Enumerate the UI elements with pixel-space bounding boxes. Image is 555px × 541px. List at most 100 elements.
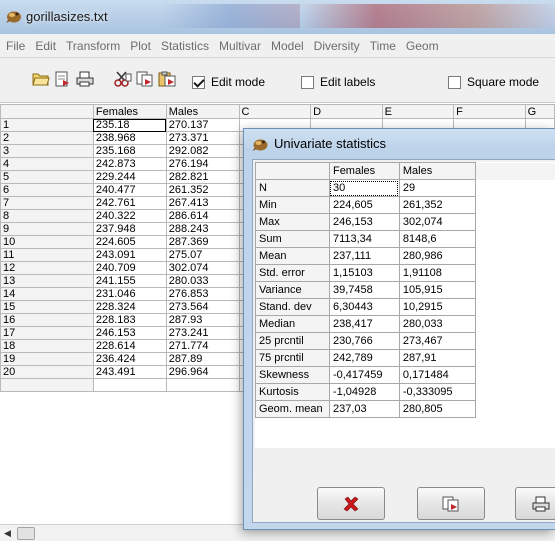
column-header-c[interactable]: C	[238, 104, 312, 119]
females-cell[interactable]: 240.709	[92, 261, 167, 275]
menu-time[interactable]: Time	[370, 39, 396, 53]
males-value[interactable]: 280,805	[398, 400, 476, 418]
row-header-cell[interactable]: 16	[0, 313, 94, 327]
menu-geom[interactable]: Geom	[406, 39, 439, 53]
males-cell[interactable]: 267.413	[165, 196, 240, 210]
males-value[interactable]: 10,2915	[398, 298, 476, 316]
males-value[interactable]: 302,074	[398, 213, 476, 231]
row-header-cell[interactable]: 4	[0, 157, 94, 171]
column-header-g[interactable]: G	[524, 104, 555, 119]
column-header-f[interactable]: F	[453, 104, 526, 119]
males-value[interactable]: -0,333095	[398, 383, 476, 401]
males-cell[interactable]: 271.774	[165, 339, 240, 353]
print-button[interactable]	[74, 69, 96, 89]
edit-mode-check-box[interactable]	[192, 75, 205, 89]
menu-edit[interactable]: Edit	[35, 39, 56, 53]
cut-button[interactable]	[112, 69, 134, 89]
column-header-d[interactable]: D	[310, 104, 383, 119]
statistics-grid[interactable]: Females Males N 30 29 Min 224,605 261,352 Max 2…	[255, 162, 555, 448]
males-value[interactable]: 280,033	[398, 315, 476, 333]
males-cell[interactable]: 287.93	[165, 313, 240, 327]
row-header-cell[interactable]: 8	[0, 209, 94, 223]
females-value[interactable]: 6,30443	[328, 298, 400, 316]
males-value[interactable]: 0,171484	[398, 366, 476, 384]
males-cell[interactable]: 292.082	[165, 144, 240, 158]
statistics-header-females[interactable]: Females	[328, 162, 400, 180]
males-cell[interactable]: 302.074	[165, 261, 240, 275]
females-cell[interactable]: 228.614	[92, 339, 167, 353]
males-cell[interactable]: 287.89	[165, 352, 240, 366]
females-cell[interactable]: 235.168	[92, 144, 167, 158]
row-header-cell[interactable]: 15	[0, 300, 94, 314]
males-cell[interactable]: 270.137	[165, 118, 240, 132]
females-cell[interactable]: 228.324	[92, 300, 167, 314]
menu-multivar[interactable]: Multivar	[219, 39, 261, 53]
males-cell[interactable]: 286.614	[165, 209, 240, 223]
menu-diversity[interactable]: Diversity	[314, 39, 360, 53]
males-cell[interactable]: 280.033	[165, 274, 240, 288]
females-value[interactable]: 1,15103	[328, 264, 400, 282]
females-cell[interactable]: 231.046	[92, 287, 167, 301]
row-header-cell[interactable]: 14	[0, 287, 94, 301]
column-header-males[interactable]: Males	[165, 104, 240, 119]
row-header-cell[interactable]: 18	[0, 339, 94, 353]
females-cell[interactable]: 242.873	[92, 157, 167, 171]
title-bar[interactable]: gorillasizes.txt	[0, 0, 555, 34]
row-header-cell[interactable]: 6	[0, 183, 94, 197]
males-value[interactable]: 287,91	[398, 349, 476, 367]
row-header-cell[interactable]: 1	[0, 118, 94, 132]
print-results-button[interactable]	[515, 487, 555, 520]
males-cell[interactable]: 287.369	[165, 235, 240, 249]
menu-plot[interactable]: Plot	[130, 39, 151, 53]
females-cell[interactable]: 236.424	[92, 352, 167, 366]
row-header-cell[interactable]: 2	[0, 131, 94, 145]
females-value[interactable]: 230,766	[328, 332, 400, 350]
females-cell[interactable]: 243.491	[92, 365, 167, 379]
females-cell[interactable]: 237.948	[92, 222, 167, 236]
females-value[interactable]: 7113,34	[328, 230, 400, 248]
males-cell[interactable]: 273.241	[165, 326, 240, 340]
row-header-cell[interactable]: 20	[0, 365, 94, 379]
row-header-cell[interactable]	[0, 378, 94, 392]
females-value[interactable]: 237,03	[328, 400, 400, 418]
paste-button[interactable]	[156, 69, 178, 89]
scrollbar-thumb[interactable]	[17, 527, 35, 540]
row-header-cell[interactable]: 12	[0, 261, 94, 275]
males-value[interactable]: 261,352	[398, 196, 476, 214]
row-header-cell[interactable]: 17	[0, 326, 94, 340]
open-button[interactable]	[30, 69, 52, 89]
save-button[interactable]	[52, 69, 74, 89]
males-cell[interactable]: 273.564	[165, 300, 240, 314]
females-cell[interactable]: 242.761	[92, 196, 167, 210]
males-value[interactable]: 8148,6	[398, 230, 476, 248]
males-cell[interactable]: 288.243	[165, 222, 240, 236]
close-button[interactable]	[317, 487, 385, 520]
row-header-cell[interactable]: 10	[0, 235, 94, 249]
females-cell[interactable]: 238.968	[92, 131, 167, 145]
females-value[interactable]: 237,111	[328, 247, 400, 265]
copy-button[interactable]	[134, 69, 156, 89]
females-value[interactable]: 224,605	[328, 196, 400, 214]
statistics-header-males[interactable]: Males	[398, 162, 476, 180]
corner-cell[interactable]	[0, 104, 94, 119]
females-cell[interactable]: 229.244	[92, 170, 167, 184]
females-value[interactable]: 246,153	[328, 213, 400, 231]
row-header-cell[interactable]: 19	[0, 352, 94, 366]
column-header-e[interactable]: E	[381, 104, 455, 119]
males-value[interactable]: 273,467	[398, 332, 476, 350]
menu-transform[interactable]: Transform	[66, 39, 120, 53]
menu-model[interactable]: Model	[271, 39, 304, 53]
square-mode-checkbox[interactable]: Square mode	[448, 75, 539, 89]
females-cell[interactable]: 246.153	[92, 326, 167, 340]
females-value[interactable]: -0,417459	[328, 366, 400, 384]
males-cell[interactable]: 276.194	[165, 157, 240, 171]
females-value[interactable]: 242,789	[328, 349, 400, 367]
row-header-cell[interactable]: 3	[0, 144, 94, 158]
females-value[interactable]: 30	[328, 179, 400, 197]
males-cell[interactable]: 282.821	[165, 170, 240, 184]
row-header-cell[interactable]: 5	[0, 170, 94, 184]
females-cell[interactable]: 240.477	[92, 183, 167, 197]
edit-labels-checkbox[interactable]: Edit labels	[301, 75, 375, 89]
edit-labels-check-box[interactable]	[301, 75, 314, 89]
females-value[interactable]: 238,417	[328, 315, 400, 333]
